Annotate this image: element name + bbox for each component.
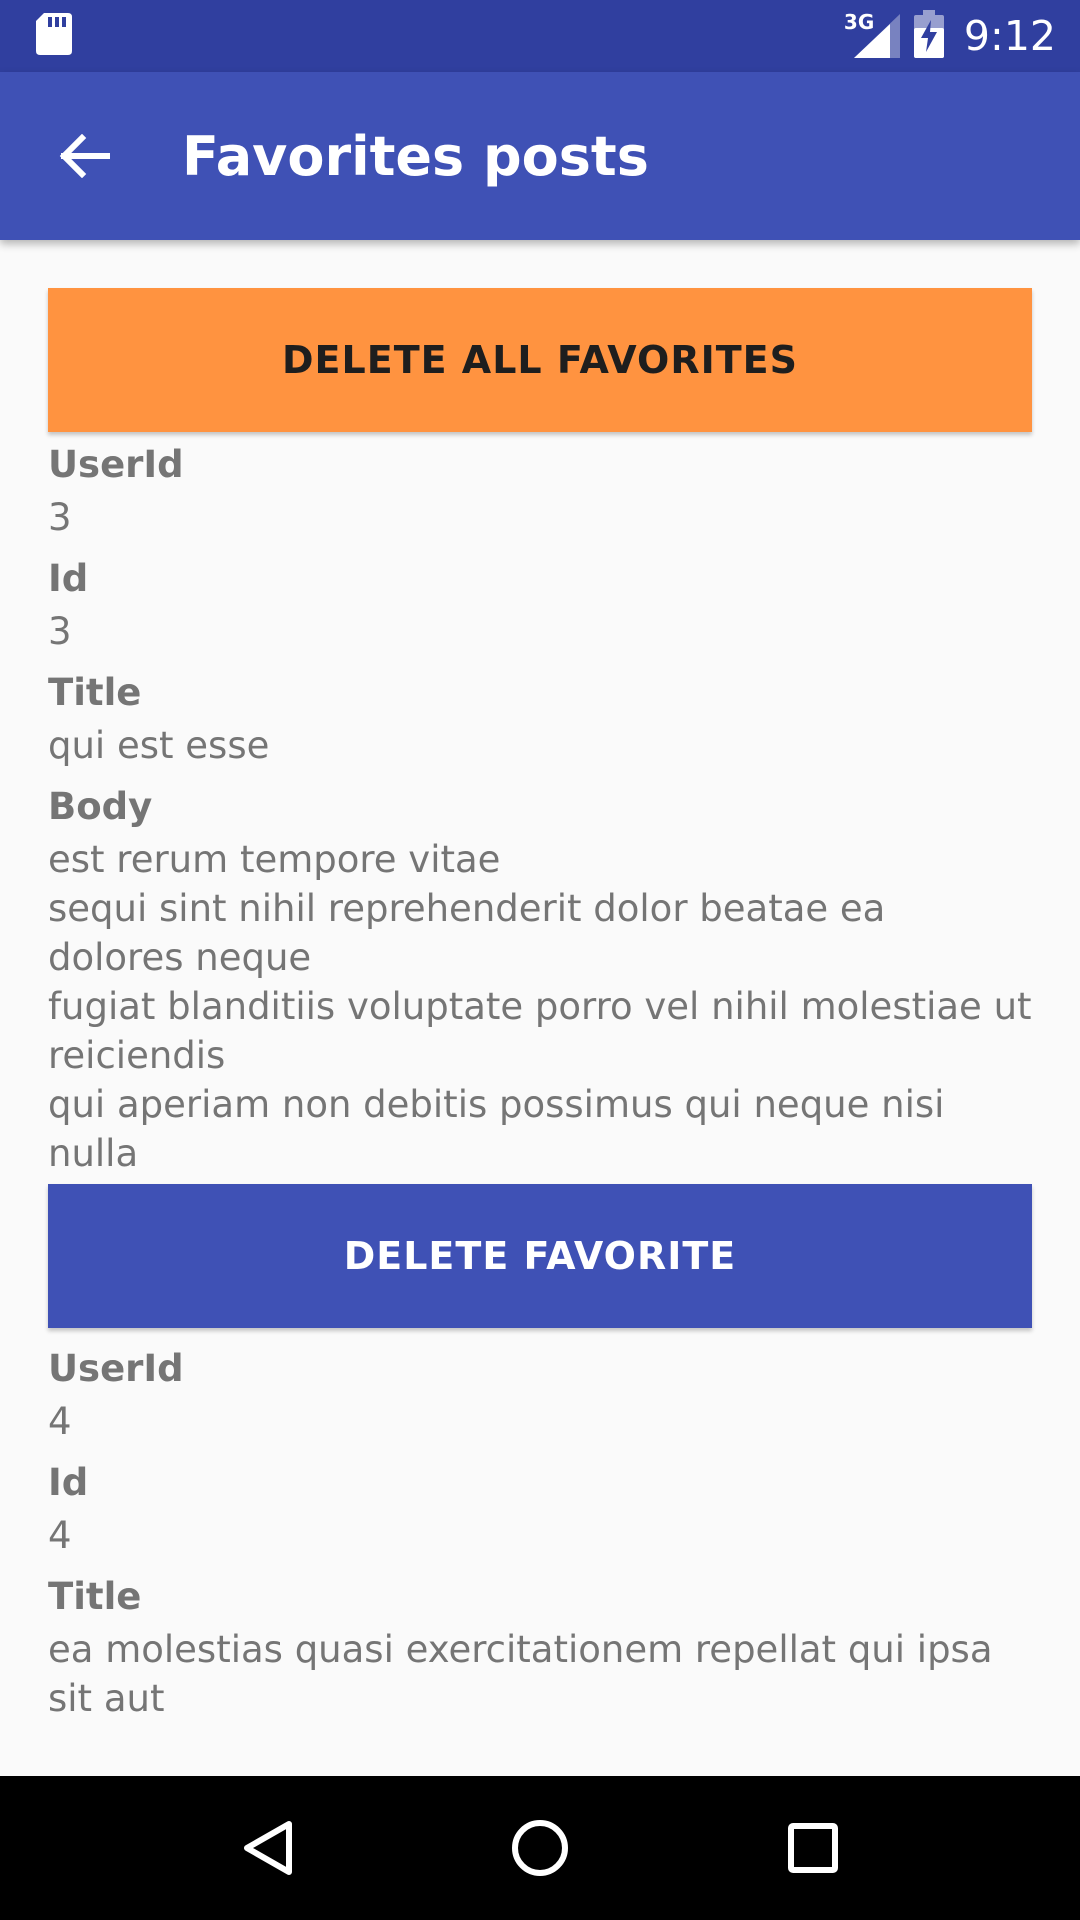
id-value: 3 [48, 610, 72, 653]
page-title: Favorites posts [182, 124, 649, 188]
nav-recents-icon [788, 1823, 839, 1873]
title-value: qui est esse [48, 724, 270, 767]
delete-all-favorites-button[interactable]: DELETE ALL FAVORITES [48, 288, 1032, 432]
userid-label: UserId [48, 1347, 184, 1390]
id-value: 4 [48, 1514, 72, 1557]
list-item: UserId 3 Id 3 Title qui est esse Body es… [0, 432, 1080, 1178]
userid-label: UserId [48, 443, 184, 486]
nav-home-icon [511, 1820, 568, 1876]
status-right: 3G 9:12 [844, 9, 1056, 63]
title-value: ea molestias quasi exercitationem repell… [48, 1628, 993, 1720]
favorites-list[interactable]: DELETE ALL FAVORITES UserId 3 Id 3 Title… [0, 240, 1080, 1776]
list-item: UserId 4 Id 4 Title ea molestias quasi e… [0, 1328, 1080, 1723]
id-label: Id [48, 1461, 89, 1504]
battery-charging-icon [913, 9, 944, 63]
delete-favorite-button[interactable]: DELETE FAVORITE [48, 1184, 1032, 1328]
signal-3g-icon: 3G [844, 10, 900, 58]
status-left [36, 12, 72, 60]
id-label: Id [48, 557, 89, 600]
app-bar: Favorites posts [0, 72, 1080, 240]
nav-home-button[interactable] [480, 1788, 600, 1908]
userid-value: 4 [48, 1400, 72, 1443]
nav-back-icon [243, 1821, 292, 1875]
body-label: Body [48, 785, 153, 828]
status-bar: 3G 9:12 [0, 0, 1080, 72]
back-button[interactable] [36, 108, 132, 204]
clock: 9:12 [963, 12, 1056, 60]
userid-value: 3 [48, 496, 72, 539]
navigation-bar [0, 1776, 1080, 1920]
arrow-back-icon [59, 134, 110, 178]
body-value: est rerum tempore vitae sequi sint nihil… [48, 838, 1032, 1175]
title-label: Title [48, 1575, 142, 1618]
nav-recents-button[interactable] [753, 1788, 873, 1908]
title-label: Title [48, 671, 142, 714]
sd-card-icon [36, 12, 72, 60]
nav-back-button[interactable] [207, 1788, 327, 1908]
